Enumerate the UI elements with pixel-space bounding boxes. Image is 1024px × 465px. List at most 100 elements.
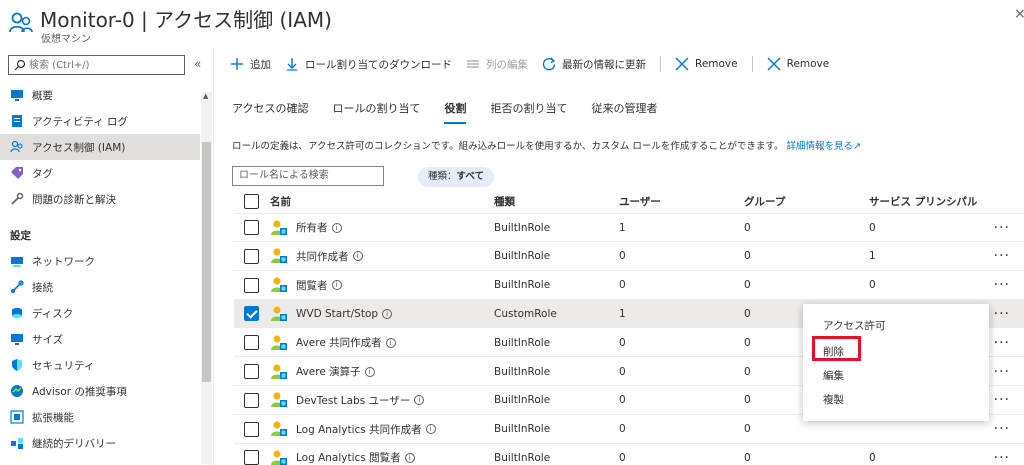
more-actions-icon[interactable]: ··· [994,272,1010,299]
remove-button-2[interactable]: Remove [767,57,829,71]
info-icon[interactable]: i [331,280,342,291]
sidebar-search-input[interactable] [29,57,179,73]
type-filter-prefix: 種類： [428,171,457,182]
sidebar-item-label: ネットワーク [32,255,95,268]
role-name-cell[interactable]: 所有者 i [270,214,342,241]
sidebar-item-diagnose[interactable]: 問題の診断と解決 [0,186,200,212]
column-header-type[interactable]: 種類 [494,190,515,213]
info-icon[interactable]: i [385,337,396,348]
cell-users: 0 [619,423,626,436]
sidebar-item-overview[interactable]: 概要 [0,82,200,108]
sidebar-item-iam[interactable]: アクセス制御 (IAM) [0,134,200,160]
select-all-checkbox[interactable] [244,194,259,209]
delete-highlight-box [812,336,861,361]
row-checkbox[interactable] [244,335,259,351]
sidebar-item-advisor[interactable]: Advisor の推奨事項 [0,378,200,404]
role-icon [271,335,287,350]
row-checkbox[interactable] [244,306,259,322]
sidebar-item-label: アクセス制御 (IAM) [32,141,126,154]
add-button[interactable]: 追加 [230,57,271,72]
role-name: Avere 演算子 [296,366,361,378]
tab-classic-administrators[interactable]: 従来の管理者 [591,100,657,124]
cell-groups: 0 [744,279,751,292]
role-name-search-input[interactable]: ロール名による検索 [232,166,384,186]
menu-item-permissions[interactable]: アクセス許可 [823,318,885,333]
sidebar-item-activity-log[interactable]: アクティビティ ログ [0,108,200,134]
info-icon[interactable]: i [331,222,342,233]
row-checkbox[interactable] [244,248,259,264]
remove-button[interactable]: Remove [675,57,738,71]
sidebar-item-disks[interactable]: ディスク [0,300,200,326]
cell-sp: 0 [869,221,876,234]
refresh-button[interactable]: 最新の情報に更新 [542,57,646,72]
sidebar-item-security[interactable]: セキュリティ [0,352,200,378]
wrench-icon [11,192,24,205]
role-icon [271,248,287,264]
role-name-cell[interactable]: 共同作成者 i [270,243,363,270]
tab-deny-assignments[interactable]: 拒否の割り当て [490,100,567,124]
more-actions-icon[interactable]: ··· [994,300,1010,327]
learn-more-link[interactable]: 詳細情報を見る↗ [787,141,861,152]
cell-groups: 0 [744,250,751,263]
info-icon[interactable]: i [382,308,393,319]
role-name-cell[interactable]: 閲覧者 i [270,272,342,299]
size-icon [11,334,23,345]
row-checkbox[interactable] [244,450,259,465]
download-assignments-button[interactable]: ロール割り当てのダウンロード [285,57,452,72]
info-icon[interactable]: i [425,424,436,435]
more-actions-icon[interactable]: ··· [994,444,1010,465]
download-icon [287,58,297,71]
refresh-icon [542,57,556,71]
sidebar-scrollbar[interactable]: ▲ [201,92,212,464]
more-actions-icon[interactable]: ··· [994,387,1010,414]
tab-check-access[interactable]: アクセスの確認 [232,100,308,124]
tab-role-assignments[interactable]: ロールの割り当て [332,100,420,124]
role-name-cell[interactable]: Log Analytics 共同作成者 i [270,416,436,443]
table-row[interactable]: 所有者 i BuiltInRole 1 0 0 ··· [234,214,1024,242]
row-checkbox[interactable] [244,220,259,235]
sidebar-item-label: サイズ [32,333,64,346]
more-actions-icon[interactable]: ··· [994,214,1010,241]
role-name-cell[interactable]: WVD Start/Stop i [270,300,393,327]
table-row[interactable]: Log Analytics 閲覧者 i BuiltInRole 0 0 0 ··· [234,444,1024,465]
menu-item-clone[interactable]: 複製 [823,392,844,407]
scroll-up-icon[interactable]: ▲ [203,92,208,100]
sidebar-item-size[interactable]: サイズ [0,326,200,352]
sidebar-item-extensions[interactable]: 拡張機能 [0,404,200,430]
type-filter-pill[interactable]: 種類：すべて [418,167,494,187]
role-name-cell[interactable]: Log Analytics 閲覧者 i [270,444,415,465]
more-actions-icon[interactable]: ··· [994,243,1010,270]
menu-item-edit[interactable]: 編集 [823,368,844,383]
row-checkbox[interactable] [244,364,259,379]
role-name-cell[interactable]: Avere 共同作成者 i [270,329,396,356]
sidebar-search[interactable] [8,55,185,75]
edit-columns-button[interactable]: 列の編集 [466,57,528,72]
row-checkbox[interactable] [244,277,259,293]
row-checkbox[interactable] [244,421,259,437]
more-actions-icon[interactable]: ··· [994,358,1010,385]
more-actions-icon[interactable]: ··· [994,416,1010,443]
info-icon[interactable]: i [364,366,375,377]
cell-type: BuiltInRole [494,451,551,464]
info-icon[interactable]: i [352,251,363,262]
role-name-cell[interactable]: DevTest Labs ユーザー i [270,387,425,414]
tab-roles[interactable]: 役割 [444,100,467,124]
sidebar-item-network[interactable]: ネットワーク [0,248,200,274]
info-icon[interactable]: i [404,452,415,463]
table-row[interactable]: 閲覧者 i BuiltInRole 0 0 0 ··· [234,272,1024,300]
column-header-name[interactable]: 名前 [270,190,291,213]
more-actions-icon[interactable]: ··· [994,329,1010,356]
column-header-service-principals[interactable]: サービス プリンシパル [869,190,977,213]
close-icon[interactable]: × [1014,6,1024,22]
info-icon[interactable]: i [414,395,425,406]
table-row[interactable]: 共同作成者 i BuiltInRole 0 0 1 ··· [234,243,1024,271]
sidebar-item-tags[interactable]: タグ [0,160,200,186]
sidebar-item-continuous-delivery[interactable]: 継続的デリバリー [0,430,200,456]
sidebar-item-connect[interactable]: 接続 [0,274,200,300]
collapse-sidebar-icon[interactable]: « [194,57,201,71]
scrollbar-thumb[interactable] [202,142,211,382]
role-name-cell[interactable]: Avere 演算子 i [270,358,375,385]
column-header-users[interactable]: ユーザー [619,190,661,213]
column-header-groups[interactable]: グループ [744,190,785,213]
row-checkbox[interactable] [244,392,259,408]
